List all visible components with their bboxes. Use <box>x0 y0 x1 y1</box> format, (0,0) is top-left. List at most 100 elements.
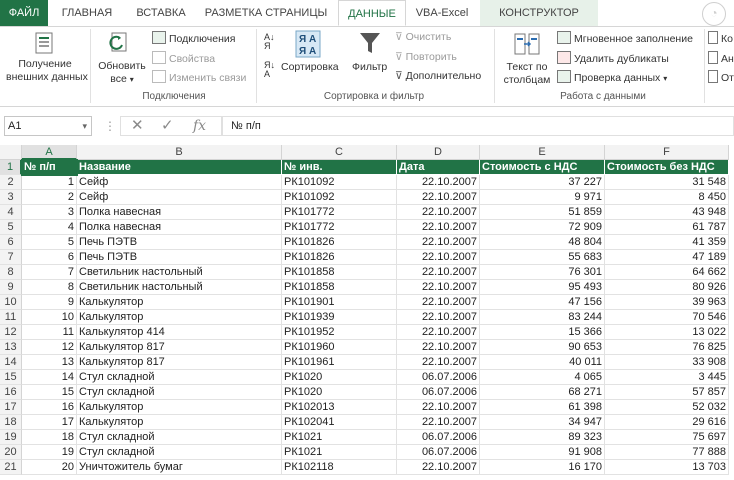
table-cell-col-cost-vat[interactable]: 72 909 <box>480 220 605 235</box>
row-header-11[interactable]: 11 <box>0 310 22 325</box>
table-cell-col-num[interactable]: 11 <box>22 325 77 340</box>
table-cell-col-inv[interactable]: РК101952 <box>282 325 397 340</box>
chevron-down-icon[interactable]: ▾ <box>82 117 87 135</box>
row-header-7[interactable]: 7 <box>0 250 22 265</box>
table-cell-col-inv[interactable]: РК101901 <box>282 295 397 310</box>
table-cell-col-name[interactable]: Калькулятор <box>77 295 282 310</box>
table-cell-col-cost-vat[interactable]: 76 301 <box>480 265 605 280</box>
table-cell-col-name[interactable]: Сейф <box>77 190 282 205</box>
table-cell-col-cost-novat[interactable]: 61 787 <box>605 220 729 235</box>
table-cell-col-cost-novat[interactable]: 75 697 <box>605 430 729 445</box>
table-cell-col-inv[interactable]: РК1021 <box>282 430 397 445</box>
table-cell-col-name[interactable]: Калькулятор <box>77 415 282 430</box>
table-cell-col-name[interactable]: Стул складной <box>77 385 282 400</box>
enter-icon[interactable]: ✓ <box>161 117 174 135</box>
name-box[interactable]: A1 ▾ <box>4 116 92 136</box>
row-header-9[interactable]: 9 <box>0 280 22 295</box>
table-cell-col-name[interactable]: Калькулятор <box>77 400 282 415</box>
table-cell-col-num[interactable]: 8 <box>22 280 77 295</box>
table-cell-col-num[interactable]: 1 <box>22 175 77 190</box>
table-cell-col-num[interactable]: 4 <box>22 220 77 235</box>
table-cell-col-inv[interactable]: РК102013 <box>282 400 397 415</box>
table-cell-col-num[interactable]: 7 <box>22 265 77 280</box>
table-cell-col-cost-novat[interactable]: 76 825 <box>605 340 729 355</box>
table-cell-col-name[interactable]: Стул складной <box>77 430 282 445</box>
table-cell-col-name[interactable]: Стул складной <box>77 370 282 385</box>
table-cell-col-inv[interactable]: РК101772 <box>282 205 397 220</box>
data-validation-button[interactable]: Проверка данных ▾ <box>557 70 667 84</box>
table-cell-col-cost-novat[interactable]: 80 926 <box>605 280 729 295</box>
row-header-2[interactable]: 2 <box>0 175 22 190</box>
table-cell-col-cost-novat[interactable]: 41 359 <box>605 235 729 250</box>
row-header-14[interactable]: 14 <box>0 355 22 370</box>
sort-za-button[interactable]: Я↓ A <box>264 61 275 79</box>
table-cell-col-inv[interactable]: РК1021 <box>282 445 397 460</box>
table-cell-col-cost-vat[interactable]: 9 971 <box>480 190 605 205</box>
cancel-icon[interactable]: ✕ <box>131 117 144 135</box>
table-cell-col-date[interactable]: 22.10.2007 <box>397 310 480 325</box>
row-header-18[interactable]: 18 <box>0 415 22 430</box>
formula-input[interactable]: № п/п <box>222 116 734 136</box>
table-cell-col-date[interactable]: 22.10.2007 <box>397 325 480 340</box>
table-cell-col-num[interactable]: 9 <box>22 295 77 310</box>
what-if-button[interactable]: Ан <box>708 51 734 65</box>
table-cell-col-inv[interactable]: РК102041 <box>282 415 397 430</box>
table-cell-col-name[interactable]: Светильник настольный <box>77 280 282 295</box>
table-cell-col-num[interactable]: 5 <box>22 235 77 250</box>
table-cell-col-date[interactable]: 22.10.2007 <box>397 295 480 310</box>
tab-insert[interactable]: ВСТАВКА <box>126 0 196 26</box>
table-cell-col-cost-vat[interactable]: 40 011 <box>480 355 605 370</box>
table-cell-col-name[interactable]: Полка навесная <box>77 205 282 220</box>
table-cell-col-name[interactable]: Печь ПЭТВ <box>77 235 282 250</box>
table-cell-col-cost-vat[interactable]: 48 804 <box>480 235 605 250</box>
table-cell-col-cost-novat[interactable]: 43 948 <box>605 205 729 220</box>
row-header-13[interactable]: 13 <box>0 340 22 355</box>
table-cell-col-cost-vat[interactable]: 61 398 <box>480 400 605 415</box>
table-cell-col-inv[interactable]: РК101092 <box>282 190 397 205</box>
table-cell-col-cost-vat[interactable]: 15 366 <box>480 325 605 340</box>
column-header-b[interactable]: B <box>77 145 282 160</box>
table-cell-col-num[interactable]: 6 <box>22 250 77 265</box>
header-cell-col-num[interactable]: № п/п <box>22 160 77 175</box>
row-header-17[interactable]: 17 <box>0 400 22 415</box>
table-cell-col-cost-vat[interactable]: 4 065 <box>480 370 605 385</box>
table-cell-col-cost-vat[interactable]: 68 271 <box>480 385 605 400</box>
table-cell-col-name[interactable]: Калькулятор 414 <box>77 325 282 340</box>
column-header-a[interactable]: A <box>22 145 77 160</box>
row-header-20[interactable]: 20 <box>0 445 22 460</box>
connections-button[interactable]: Подключения <box>152 31 235 45</box>
column-header-d[interactable]: D <box>397 145 480 160</box>
table-cell-col-name[interactable]: Печь ПЭТВ <box>77 250 282 265</box>
tab-design[interactable]: КОНСТРУКТОР <box>480 0 598 26</box>
table-cell-col-date[interactable]: 22.10.2007 <box>397 250 480 265</box>
header-cell-col-cost-vat[interactable]: Стоимость с НДС <box>480 160 605 175</box>
table-cell-col-date[interactable]: 06.07.2006 <box>397 445 480 460</box>
column-header-c[interactable]: C <box>282 145 397 160</box>
row-header-4[interactable]: 4 <box>0 205 22 220</box>
sort-az-button[interactable]: A↓ Я <box>264 33 275 51</box>
table-cell-col-date[interactable]: 22.10.2007 <box>397 415 480 430</box>
row-header-1[interactable]: 1 <box>0 160 22 175</box>
table-cell-col-cost-novat[interactable]: 29 616 <box>605 415 729 430</box>
clear-filter-button[interactable]: ⊽ Очистить <box>395 31 451 43</box>
table-cell-col-cost-vat[interactable]: 37 227 <box>480 175 605 190</box>
table-cell-col-date[interactable]: 22.10.2007 <box>397 400 480 415</box>
table-cell-col-cost-vat[interactable]: 90 653 <box>480 340 605 355</box>
column-header-e[interactable]: E <box>480 145 605 160</box>
text-to-columns-button[interactable]: Текст по столбцам <box>500 61 554 87</box>
select-all-corner[interactable] <box>0 145 22 160</box>
tab-file[interactable]: ФАЙЛ <box>0 0 48 26</box>
table-cell-col-name[interactable]: Уничтожитель бумаг <box>77 460 282 475</box>
table-cell-col-date[interactable]: 22.10.2007 <box>397 235 480 250</box>
header-cell-col-cost-novat[interactable]: Стоимость без НДС <box>605 160 729 175</box>
sort-button[interactable]: Сортировка <box>281 61 339 73</box>
insert-function-icon[interactable]: fx <box>193 117 206 135</box>
table-cell-col-cost-novat[interactable]: 47 189 <box>605 250 729 265</box>
table-cell-col-cost-novat[interactable]: 8 450 <box>605 190 729 205</box>
table-cell-col-num[interactable]: 17 <box>22 415 77 430</box>
table-cell-col-inv[interactable]: РК101772 <box>282 220 397 235</box>
refresh-all-button[interactable]: Обновить все ▾ <box>94 60 150 86</box>
row-header-12[interactable]: 12 <box>0 325 22 340</box>
table-cell-col-num[interactable]: 13 <box>22 355 77 370</box>
table-cell-col-cost-novat[interactable]: 64 662 <box>605 265 729 280</box>
